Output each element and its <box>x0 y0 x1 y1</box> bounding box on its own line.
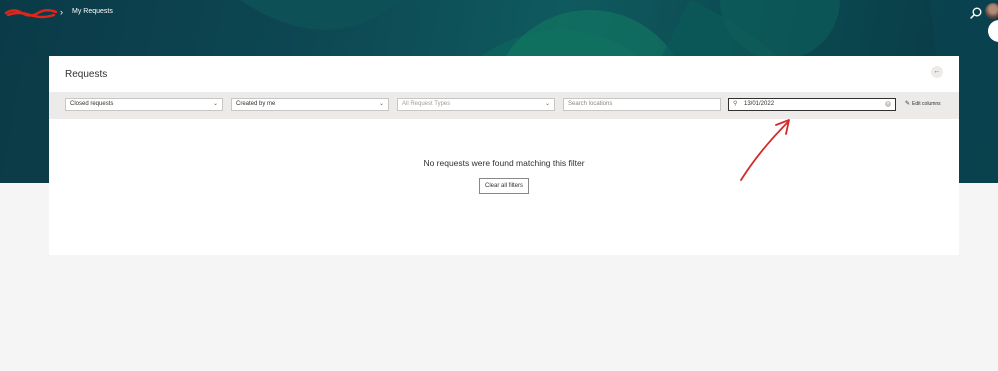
edit-columns-label: Edit columns <box>912 101 941 107</box>
status-filter-value: Closed requests <box>70 101 114 107</box>
page-title: Requests <box>65 69 108 80</box>
location-search-placeholder: Search locations <box>568 101 613 107</box>
status-filter-dropdown[interactable]: Closed requests ⌄ <box>65 98 223 111</box>
date-search-value: 13/01/2022 <box>744 101 775 107</box>
chevron-down-icon: ⌄ <box>212 101 218 107</box>
date-search-input[interactable]: ⚲ 13/01/2022 × <box>728 98 896 111</box>
search-icon[interactable] <box>969 6 983 20</box>
clear-all-filters-button[interactable]: Clear all filters <box>479 178 529 194</box>
creator-filter-dropdown[interactable]: Created by me ⌄ <box>231 98 389 111</box>
filter-bar: Closed requests ⌄ Created by me ⌄ All Re… <box>49 92 959 119</box>
redacted-scribble <box>4 9 58 19</box>
chevron-down-icon: ⌄ <box>378 101 384 107</box>
chevron-down-icon: ⌄ <box>544 101 550 107</box>
breadcrumb-separator: › <box>60 7 63 17</box>
requests-panel: Requests ← Closed requests ⌄ Created by … <box>49 56 959 255</box>
arrow-left-icon[interactable]: ← <box>931 66 943 78</box>
request-type-placeholder: All Request Types <box>402 101 451 107</box>
empty-state-message: No requests were found matching this fil… <box>423 158 585 168</box>
request-type-dropdown[interactable]: All Request Types ⌄ <box>397 98 555 111</box>
top-navigation: › My Requests <box>0 0 998 42</box>
clear-icon[interactable]: × <box>885 101 891 107</box>
search-icon: ⚲ <box>733 101 738 107</box>
breadcrumb-my-requests[interactable]: My Requests <box>72 8 113 15</box>
pencil-icon: ✎ <box>905 101 911 107</box>
user-avatar[interactable] <box>985 3 998 19</box>
location-search-input[interactable]: Search locations <box>563 98 721 111</box>
creator-filter-value: Created by me <box>236 101 276 107</box>
edit-columns-button[interactable]: ✎ Edit columns <box>905 100 941 107</box>
